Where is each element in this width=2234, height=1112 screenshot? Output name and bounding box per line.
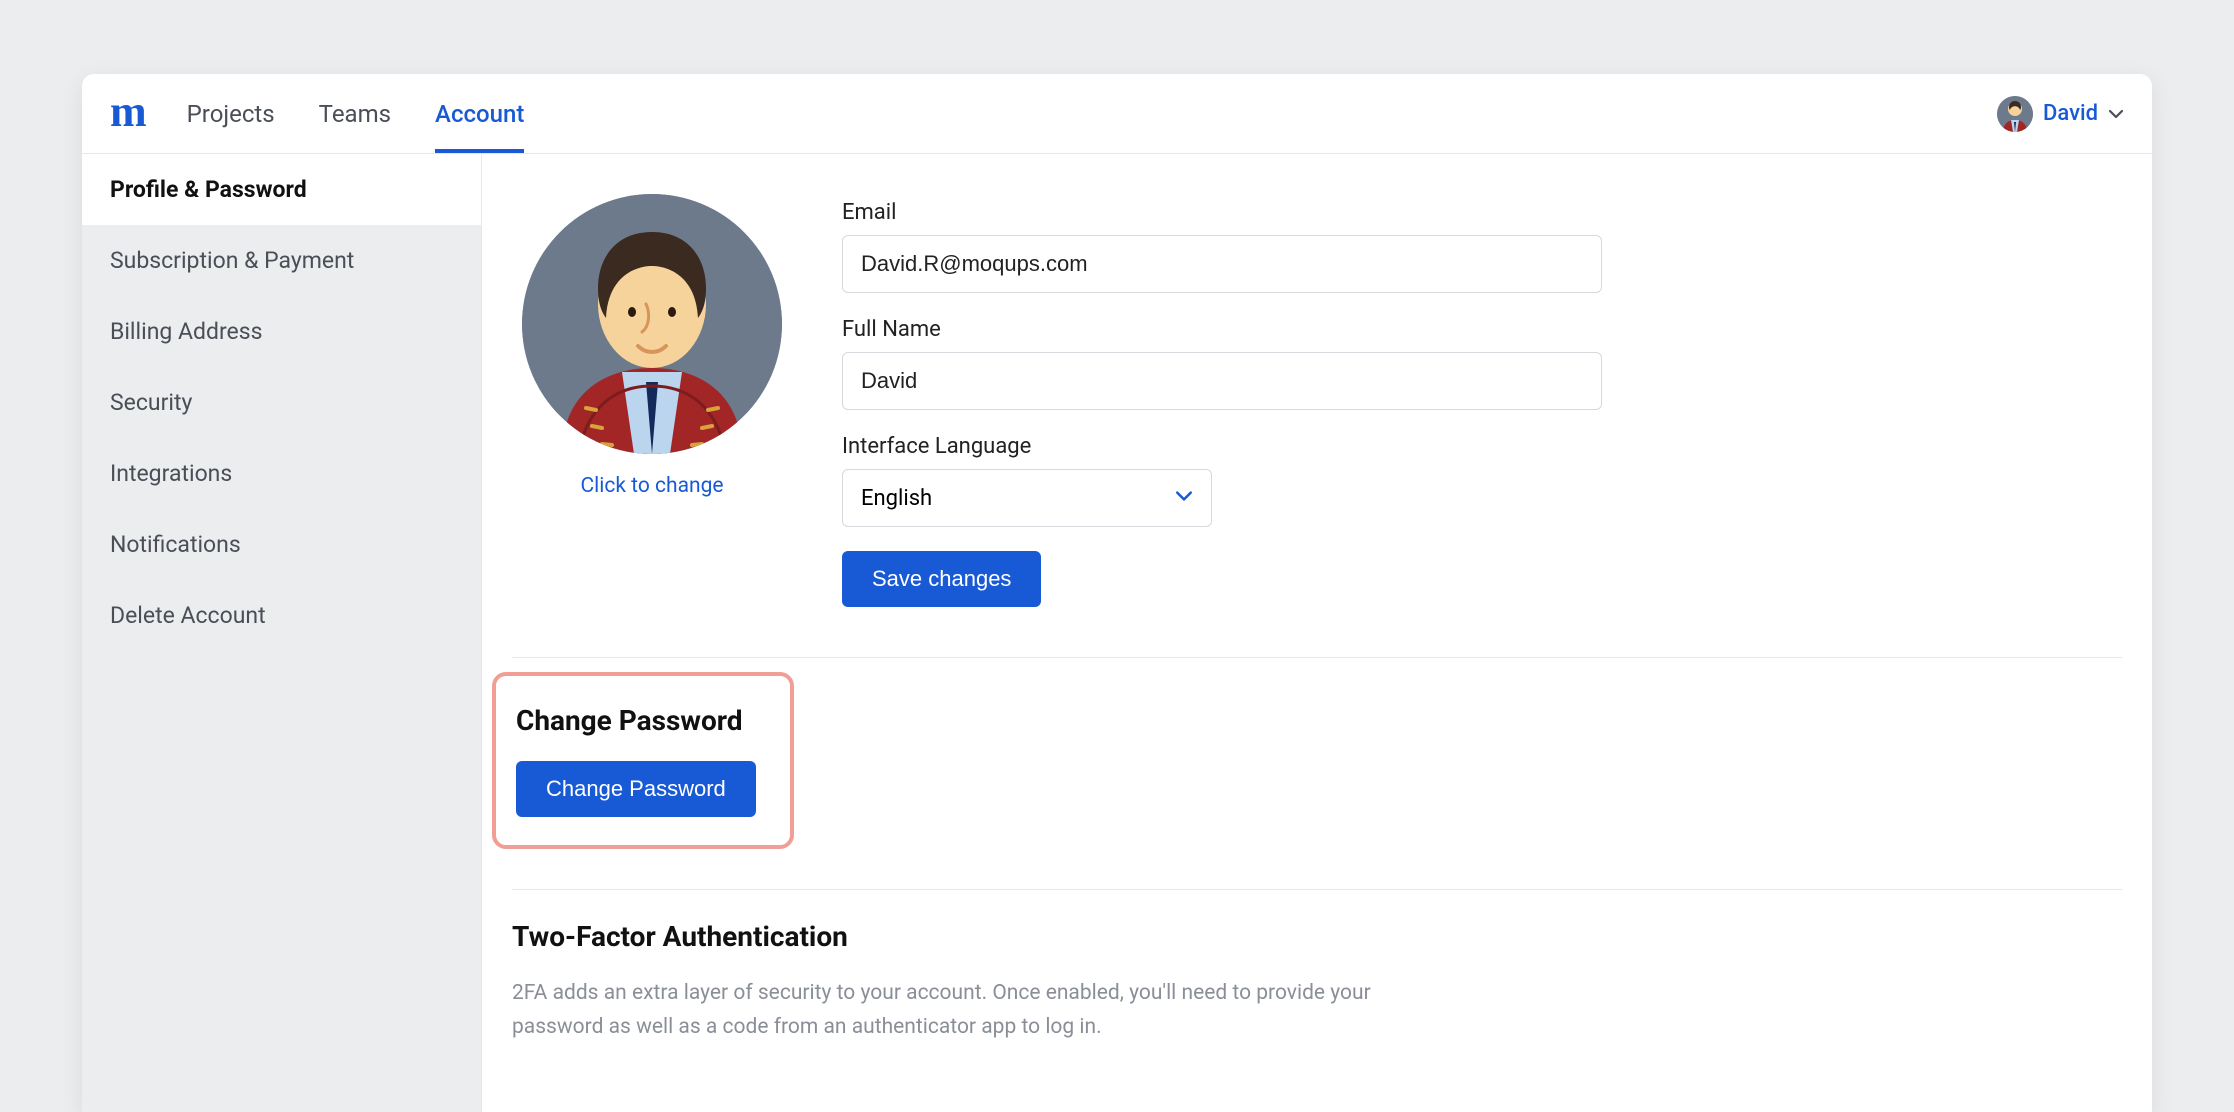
email-input[interactable]	[842, 235, 1602, 293]
nav-item-projects[interactable]: Projects	[187, 74, 275, 153]
sidebar-item-billing-address[interactable]: Billing Address	[82, 296, 481, 367]
fullname-label: Full Name	[842, 317, 1602, 342]
sidebar-item-notifications[interactable]: Notifications	[82, 509, 481, 580]
sidebar-item-subscription-payment[interactable]: Subscription & Payment	[82, 225, 481, 296]
language-field-group: Interface Language English	[842, 434, 1602, 527]
change-password-title: Change Password	[516, 704, 756, 737]
change-password-highlight: Change Password Change Password	[492, 672, 794, 849]
nav-item-teams[interactable]: Teams	[319, 74, 391, 153]
user-name: David	[2043, 101, 2098, 126]
topbar: m Projects Teams Account	[82, 74, 2152, 154]
nav-item-account[interactable]: Account	[435, 74, 524, 153]
top-nav: Projects Teams Account	[187, 74, 525, 153]
email-label: Email	[842, 200, 1602, 225]
fullname-field-group: Full Name	[842, 317, 1602, 410]
account-sidebar: Profile & Password Subscription & Paymen…	[82, 154, 482, 1112]
brand-logo: m	[110, 90, 147, 134]
email-field-group: Email	[842, 200, 1602, 293]
section-divider	[512, 889, 2122, 890]
chevron-down-icon	[1175, 486, 1193, 511]
avatar-change-link[interactable]: Click to change	[580, 474, 723, 498]
sidebar-item-integrations[interactable]: Integrations	[82, 438, 481, 509]
sidebar-item-profile-password[interactable]: Profile & Password	[82, 154, 481, 225]
language-select[interactable]: English	[842, 469, 1212, 527]
chevron-down-icon	[2108, 106, 2124, 122]
language-label: Interface Language	[842, 434, 1602, 459]
change-password-button[interactable]: Change Password	[516, 761, 756, 817]
twofa-title: Two-Factor Authentication	[512, 920, 2122, 953]
avatar-image[interactable]	[522, 194, 782, 454]
avatar-block: Click to change	[512, 194, 782, 607]
app-card: m Projects Teams Account	[82, 74, 2152, 1112]
language-value: English	[861, 486, 932, 511]
save-changes-button[interactable]: Save changes	[842, 551, 1041, 607]
fullname-input[interactable]	[842, 352, 1602, 410]
sidebar-item-security[interactable]: Security	[82, 367, 481, 438]
sidebar-item-delete-account[interactable]: Delete Account	[82, 580, 481, 651]
profile-form: Email Full Name Interface Language Engli	[842, 194, 1602, 607]
body: Profile & Password Subscription & Paymen…	[82, 154, 2152, 1112]
profile-section: Click to change Email Full Name Interfac	[512, 194, 2122, 658]
user-menu[interactable]: David	[1997, 96, 2124, 132]
twofa-description: 2FA adds an extra layer of security to y…	[512, 977, 1392, 1044]
main-panel: Click to change Email Full Name Interfac	[482, 154, 2152, 1112]
avatar-icon	[1997, 96, 2033, 132]
